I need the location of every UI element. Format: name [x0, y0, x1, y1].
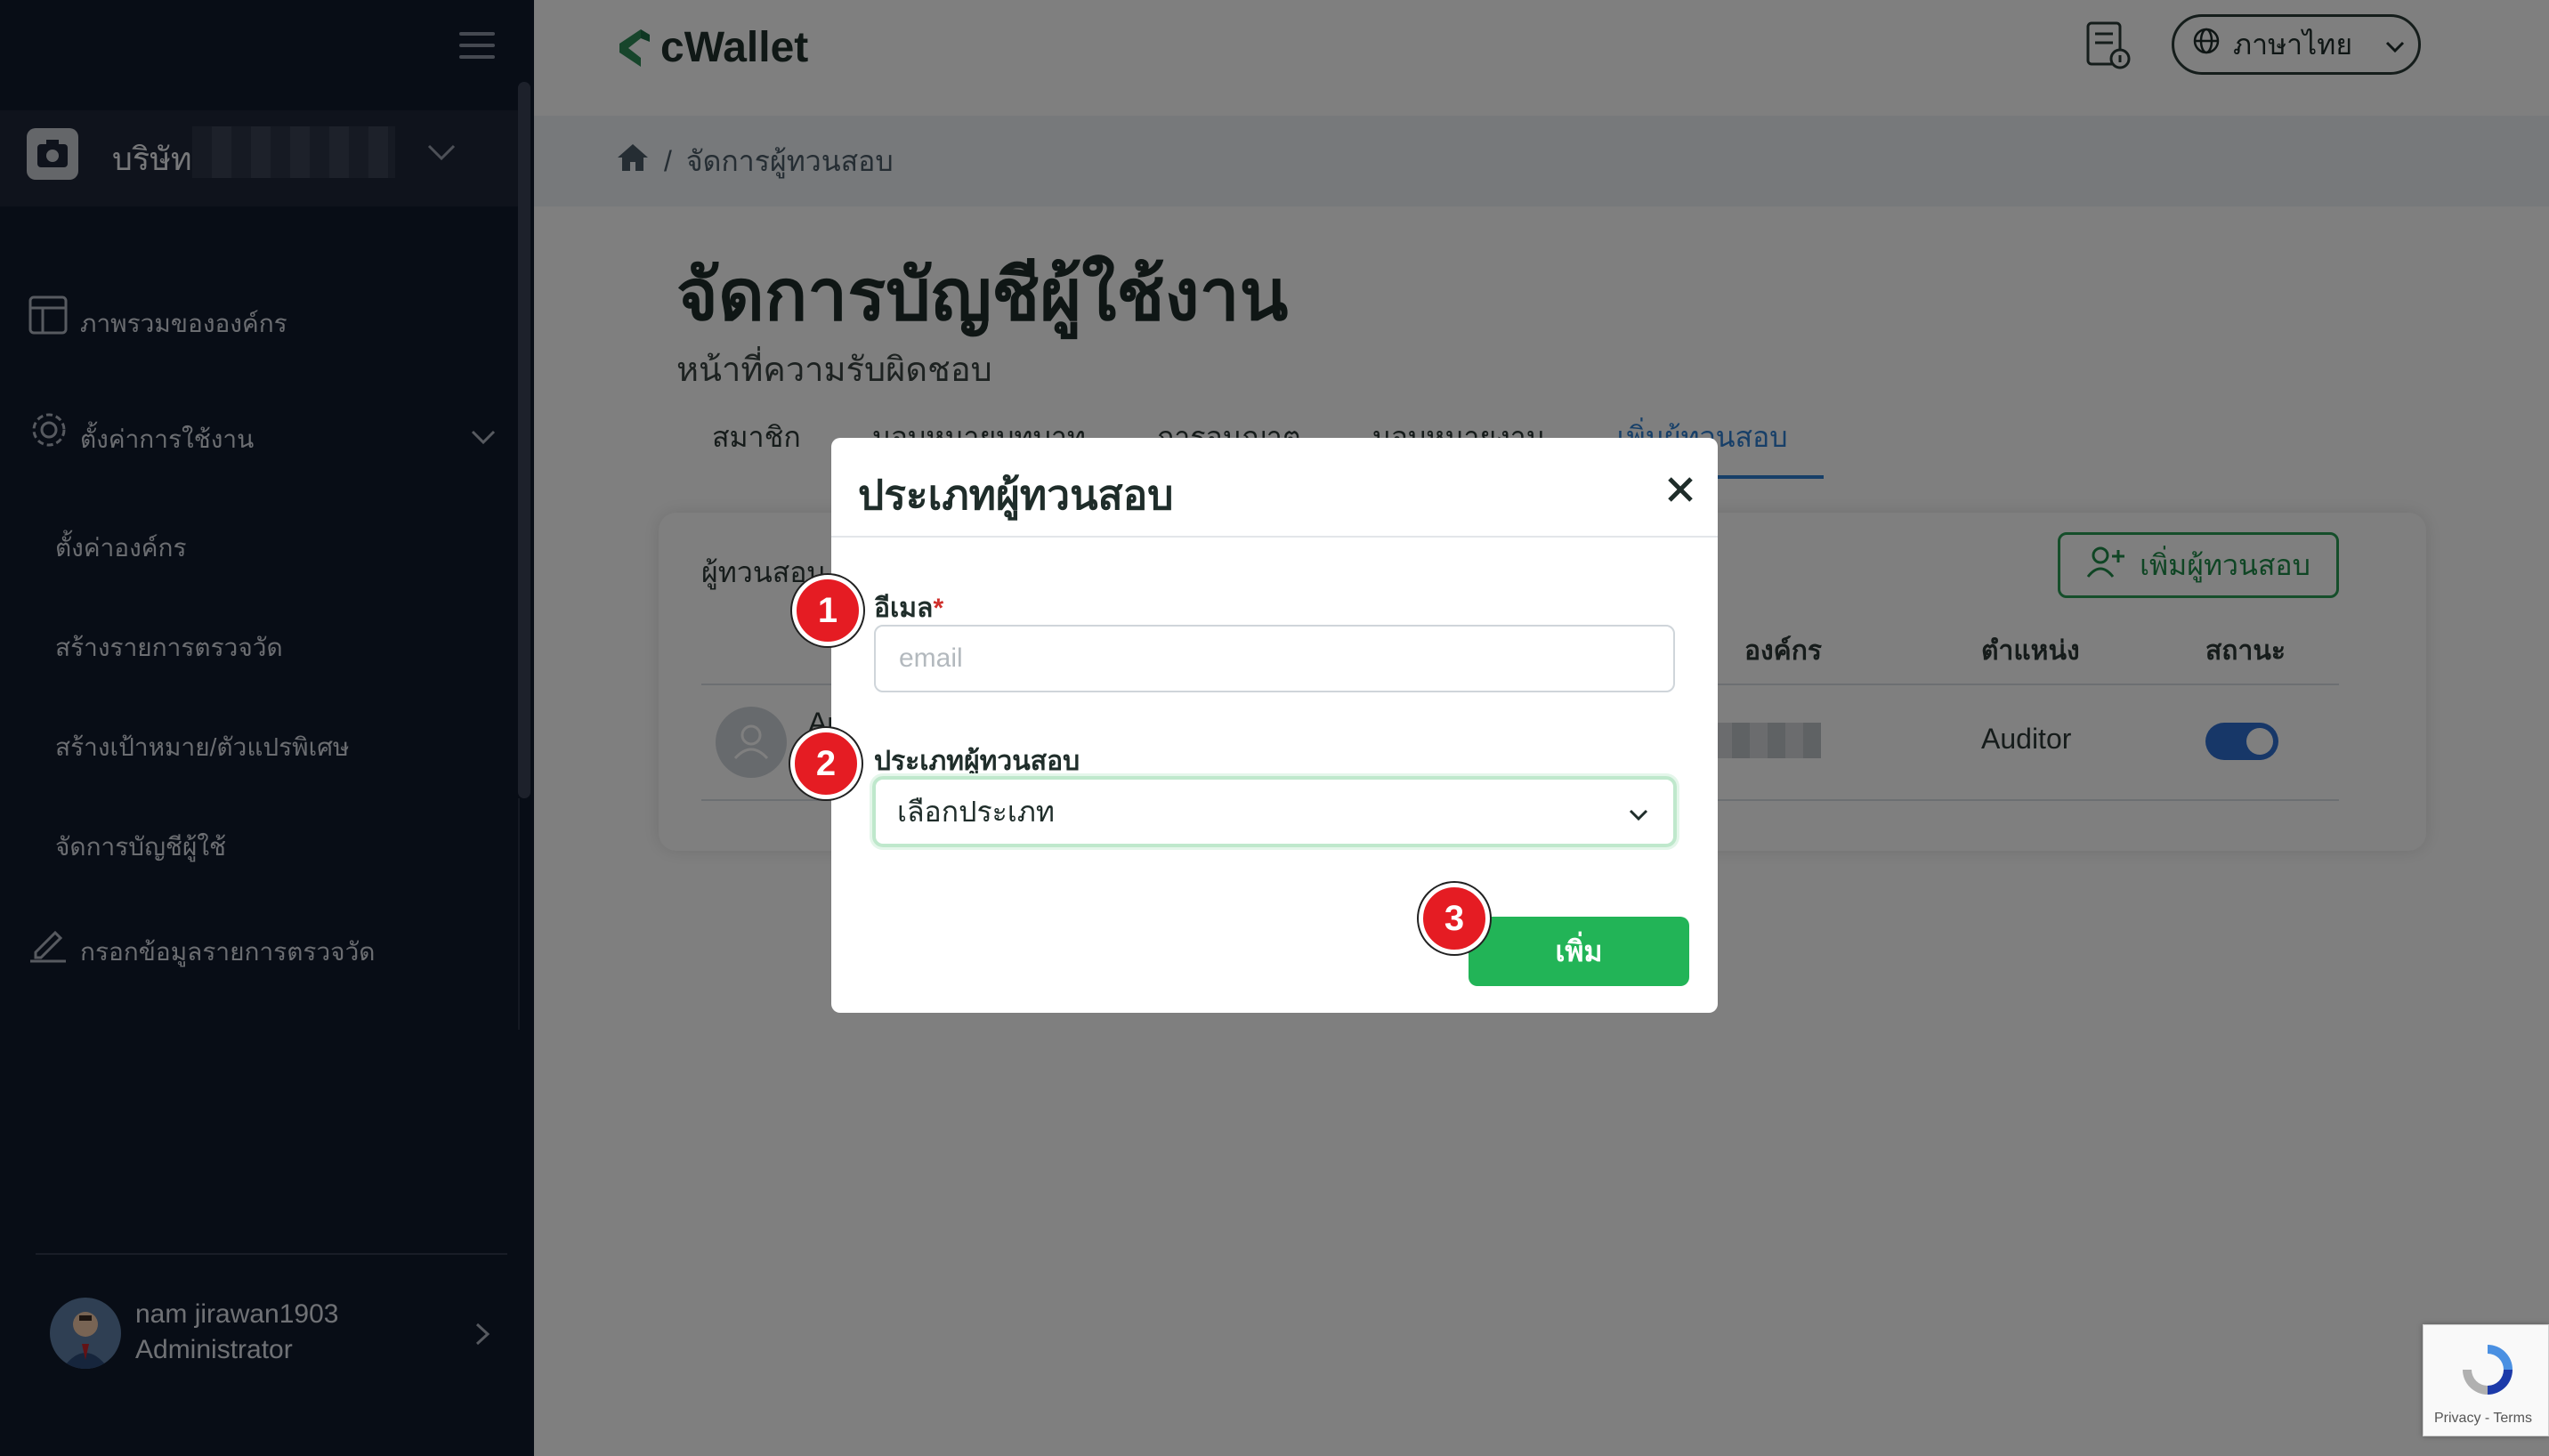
email-label: อีเมล*	[874, 587, 943, 629]
recaptcha-links[interactable]: Privacy - Terms	[2434, 1411, 2532, 1427]
step-badge-3: 3	[1419, 883, 1490, 954]
verifier-type-value: เลือกประเภท	[897, 795, 1055, 828]
verifier-type-select[interactable]: เลือกประเภท	[872, 776, 1677, 847]
step-badge-1: 1	[792, 575, 863, 646]
modal-header-divider	[831, 536, 1718, 538]
recaptcha-icon	[2456, 1338, 2520, 1402]
modal-title: ประเภทผู้ทวนสอบ	[858, 472, 1174, 518]
step-badge-2: 2	[790, 728, 862, 799]
close-icon[interactable]	[1663, 472, 1698, 507]
email-field[interactable]	[874, 625, 1675, 692]
add-button[interactable]: เพิ่ม	[1469, 917, 1689, 986]
chevron-down-icon	[1627, 801, 1650, 824]
email-label-text: อีเมล	[874, 594, 934, 623]
verifier-type-modal: ประเภทผู้ทวนสอบ อีเมล* ประเภทผู้ทวนสอบ เ…	[831, 438, 1718, 1013]
recaptcha-badge[interactable]: Privacy - Terms	[2423, 1324, 2549, 1436]
required-mark: *	[933, 594, 944, 623]
